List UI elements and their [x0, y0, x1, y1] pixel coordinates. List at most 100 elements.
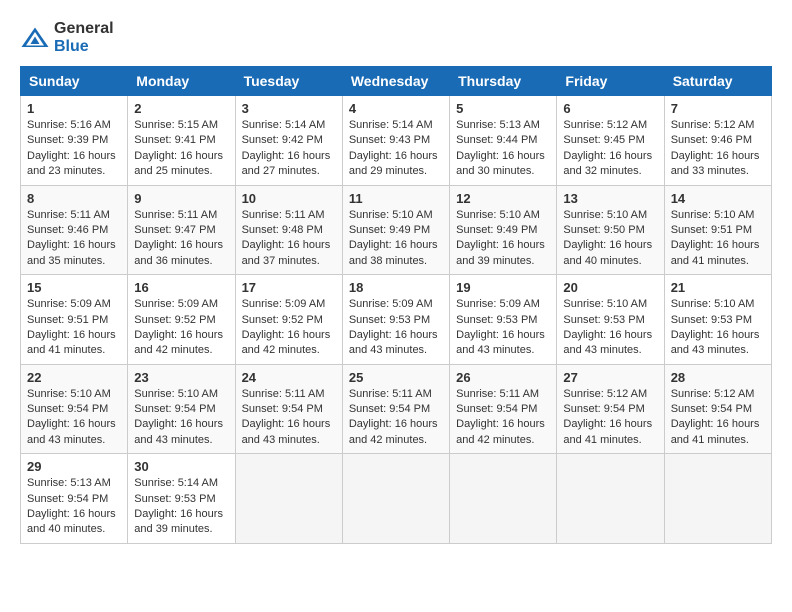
- day-info: Sunrise: 5:13 AM Sunset: 9:54 PM Dayligh…: [27, 476, 121, 538]
- day-number: 27: [563, 370, 657, 385]
- day-info: Sunrise: 5:10 AM Sunset: 9:54 PM Dayligh…: [134, 387, 228, 449]
- calendar-cell: 14 Sunrise: 5:10 AM Sunset: 9:51 PM Dayl…: [664, 185, 771, 275]
- day-number: 20: [563, 280, 657, 295]
- sunrise-text: Sunrise: 5:13 AM: [27, 477, 111, 489]
- calendar-cell: [664, 454, 771, 544]
- day-number: 12: [456, 191, 550, 206]
- sunset-text: Sunset: 9:51 PM: [27, 314, 108, 326]
- sunrise-text: Sunrise: 5:11 AM: [134, 209, 217, 221]
- daylight-text: Daylight: 16 hours and 43 minutes.: [27, 418, 116, 445]
- calendar-cell: 3 Sunrise: 5:14 AM Sunset: 9:42 PM Dayli…: [235, 96, 342, 186]
- sunset-text: Sunset: 9:54 PM: [563, 403, 644, 415]
- sunset-text: Sunset: 9:51 PM: [671, 224, 752, 236]
- calendar-cell: 7 Sunrise: 5:12 AM Sunset: 9:46 PM Dayli…: [664, 96, 771, 186]
- daylight-text: Daylight: 16 hours and 30 minutes.: [456, 150, 545, 177]
- day-number: 2: [134, 101, 228, 116]
- day-number: 9: [134, 191, 228, 206]
- sunrise-text: Sunrise: 5:10 AM: [671, 209, 755, 221]
- daylight-text: Daylight: 16 hours and 23 minutes.: [27, 150, 116, 177]
- calendar-cell: 18 Sunrise: 5:09 AM Sunset: 9:53 PM Dayl…: [342, 275, 449, 365]
- day-number: 4: [349, 101, 443, 116]
- day-number: 24: [242, 370, 336, 385]
- calendar-cell: 11 Sunrise: 5:10 AM Sunset: 9:49 PM Dayl…: [342, 185, 449, 275]
- sunrise-text: Sunrise: 5:14 AM: [242, 119, 326, 131]
- sunrise-text: Sunrise: 5:10 AM: [563, 298, 647, 310]
- sunrise-text: Sunrise: 5:10 AM: [671, 298, 755, 310]
- logo-general-text: General: [54, 20, 114, 37]
- daylight-text: Daylight: 16 hours and 40 minutes.: [27, 508, 116, 535]
- day-number: 19: [456, 280, 550, 295]
- sunrise-text: Sunrise: 5:11 AM: [242, 388, 325, 400]
- calendar-cell: [342, 454, 449, 544]
- day-number: 21: [671, 280, 765, 295]
- day-number: 14: [671, 191, 765, 206]
- day-info: Sunrise: 5:11 AM Sunset: 9:54 PM Dayligh…: [349, 387, 443, 449]
- day-info: Sunrise: 5:12 AM Sunset: 9:54 PM Dayligh…: [563, 387, 657, 449]
- daylight-text: Daylight: 16 hours and 43 minutes.: [671, 329, 760, 356]
- calendar-cell: 4 Sunrise: 5:14 AM Sunset: 9:43 PM Dayli…: [342, 96, 449, 186]
- sunrise-text: Sunrise: 5:13 AM: [456, 119, 540, 131]
- day-info: Sunrise: 5:09 AM Sunset: 9:52 PM Dayligh…: [242, 297, 336, 359]
- calendar-cell: 10 Sunrise: 5:11 AM Sunset: 9:48 PM Dayl…: [235, 185, 342, 275]
- day-info: Sunrise: 5:11 AM Sunset: 9:54 PM Dayligh…: [242, 387, 336, 449]
- calendar-cell: 6 Sunrise: 5:12 AM Sunset: 9:45 PM Dayli…: [557, 96, 664, 186]
- calendar-cell: 2 Sunrise: 5:15 AM Sunset: 9:41 PM Dayli…: [128, 96, 235, 186]
- sunrise-text: Sunrise: 5:12 AM: [671, 119, 755, 131]
- sunrise-text: Sunrise: 5:11 AM: [27, 209, 110, 221]
- daylight-text: Daylight: 16 hours and 41 minutes.: [671, 239, 760, 266]
- sunset-text: Sunset: 9:52 PM: [134, 314, 215, 326]
- calendar-cell: 16 Sunrise: 5:09 AM Sunset: 9:52 PM Dayl…: [128, 275, 235, 365]
- sunrise-text: Sunrise: 5:12 AM: [563, 388, 647, 400]
- day-info: Sunrise: 5:09 AM Sunset: 9:53 PM Dayligh…: [349, 297, 443, 359]
- day-number: 7: [671, 101, 765, 116]
- calendar-table: SundayMondayTuesdayWednesdayThursdayFrid…: [20, 66, 772, 544]
- day-info: Sunrise: 5:11 AM Sunset: 9:48 PM Dayligh…: [242, 208, 336, 270]
- day-number: 26: [456, 370, 550, 385]
- daylight-text: Daylight: 16 hours and 43 minutes.: [242, 418, 331, 445]
- calendar-cell: 28 Sunrise: 5:12 AM Sunset: 9:54 PM Dayl…: [664, 364, 771, 454]
- day-number: 1: [27, 101, 121, 116]
- daylight-text: Daylight: 16 hours and 35 minutes.: [27, 239, 116, 266]
- calendar-cell: 21 Sunrise: 5:10 AM Sunset: 9:53 PM Dayl…: [664, 275, 771, 365]
- day-number: 15: [27, 280, 121, 295]
- sunset-text: Sunset: 9:54 PM: [27, 493, 108, 505]
- day-number: 28: [671, 370, 765, 385]
- day-info: Sunrise: 5:10 AM Sunset: 9:51 PM Dayligh…: [671, 208, 765, 270]
- calendar-cell: [557, 454, 664, 544]
- daylight-text: Daylight: 16 hours and 42 minutes.: [242, 329, 331, 356]
- weekday-header-friday: Friday: [557, 67, 664, 96]
- day-number: 17: [242, 280, 336, 295]
- sunset-text: Sunset: 9:42 PM: [242, 134, 323, 146]
- day-info: Sunrise: 5:15 AM Sunset: 9:41 PM Dayligh…: [134, 118, 228, 180]
- daylight-text: Daylight: 16 hours and 43 minutes.: [456, 329, 545, 356]
- calendar-week-1: 1 Sunrise: 5:16 AM Sunset: 9:39 PM Dayli…: [21, 96, 772, 186]
- sunrise-text: Sunrise: 5:10 AM: [456, 209, 540, 221]
- sunrise-text: Sunrise: 5:10 AM: [563, 209, 647, 221]
- day-info: Sunrise: 5:16 AM Sunset: 9:39 PM Dayligh…: [27, 118, 121, 180]
- calendar-cell: [235, 454, 342, 544]
- sunset-text: Sunset: 9:53 PM: [671, 314, 752, 326]
- day-info: Sunrise: 5:10 AM Sunset: 9:53 PM Dayligh…: [563, 297, 657, 359]
- daylight-text: Daylight: 16 hours and 42 minutes.: [456, 418, 545, 445]
- sunset-text: Sunset: 9:46 PM: [27, 224, 108, 236]
- calendar-cell: 5 Sunrise: 5:13 AM Sunset: 9:44 PM Dayli…: [450, 96, 557, 186]
- sunset-text: Sunset: 9:54 PM: [27, 403, 108, 415]
- sunset-text: Sunset: 9:53 PM: [349, 314, 430, 326]
- daylight-text: Daylight: 16 hours and 27 minutes.: [242, 150, 331, 177]
- daylight-text: Daylight: 16 hours and 33 minutes.: [671, 150, 760, 177]
- day-info: Sunrise: 5:09 AM Sunset: 9:52 PM Dayligh…: [134, 297, 228, 359]
- sunset-text: Sunset: 9:43 PM: [349, 134, 430, 146]
- weekday-header-sunday: Sunday: [21, 67, 128, 96]
- day-number: 22: [27, 370, 121, 385]
- calendar-cell: 15 Sunrise: 5:09 AM Sunset: 9:51 PM Dayl…: [21, 275, 128, 365]
- daylight-text: Daylight: 16 hours and 43 minutes.: [134, 418, 223, 445]
- sunrise-text: Sunrise: 5:09 AM: [349, 298, 433, 310]
- day-number: 16: [134, 280, 228, 295]
- daylight-text: Daylight: 16 hours and 42 minutes.: [349, 418, 438, 445]
- logo-icon: [20, 26, 50, 50]
- sunrise-text: Sunrise: 5:09 AM: [27, 298, 111, 310]
- sunrise-text: Sunrise: 5:09 AM: [134, 298, 218, 310]
- weekday-header-tuesday: Tuesday: [235, 67, 342, 96]
- sunset-text: Sunset: 9:54 PM: [349, 403, 430, 415]
- day-info: Sunrise: 5:10 AM Sunset: 9:53 PM Dayligh…: [671, 297, 765, 359]
